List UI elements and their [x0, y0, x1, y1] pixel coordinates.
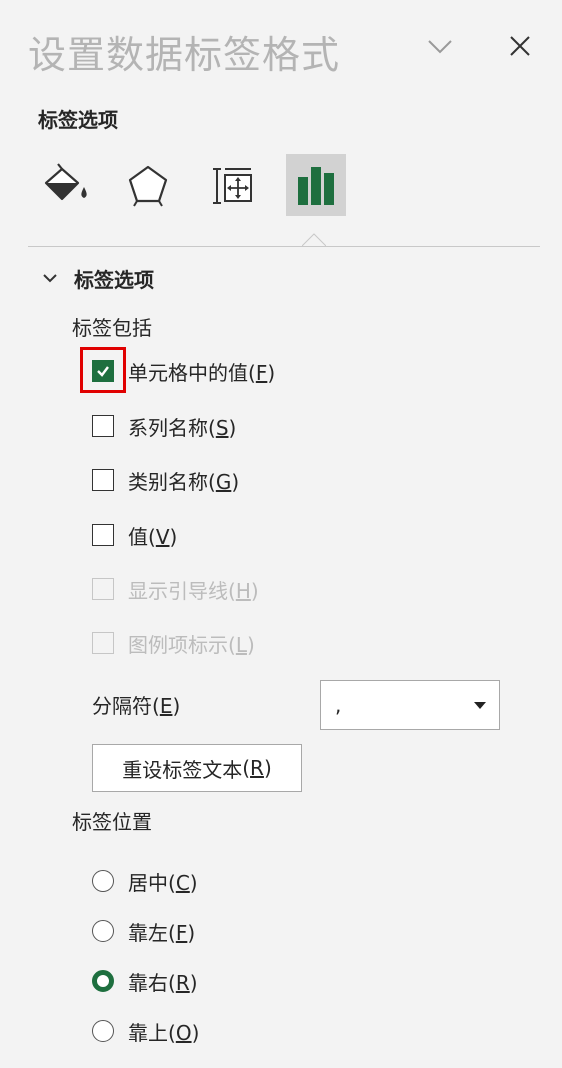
chevron-down-icon: [428, 40, 452, 54]
checkbox-value[interactable]: 值(V): [92, 520, 177, 550]
tab-fill-line[interactable]: [36, 154, 96, 216]
checkbox-box[interactable]: [92, 360, 114, 382]
separator-label: 分隔符(E): [92, 694, 181, 718]
checkbox-series-name[interactable]: 系列名称(S): [92, 411, 236, 441]
checkbox-label: 图例项标示(L): [128, 632, 255, 657]
radio-left[interactable]: 靠左(F): [92, 916, 195, 946]
tab-size-properties[interactable]: [202, 154, 262, 216]
checkbox-legend-key: 图例项标示(L): [92, 628, 255, 658]
label-position-heading: 标签位置: [72, 810, 152, 834]
checkmark-icon: [97, 366, 109, 377]
dropdown-arrow-icon: [474, 702, 486, 709]
pane-options-button[interactable]: [420, 26, 460, 66]
pane-title: 设置数据标签格式: [28, 33, 341, 77]
checkbox-label: 系列名称(S): [128, 415, 237, 440]
checkbox-label: 值(V): [128, 524, 178, 549]
radio-center[interactable]: 居中(C): [92, 866, 198, 896]
checkbox-label: 类别名称(G): [128, 469, 240, 494]
pentagon-effects-icon: [128, 165, 168, 207]
separator-dropdown[interactable]: ,: [320, 680, 500, 730]
checkbox-box: [92, 578, 114, 600]
close-button[interactable]: [500, 26, 540, 66]
fill-bucket-icon: [44, 163, 87, 201]
tab-divider: [28, 246, 540, 247]
radio-label: 居中(C): [128, 870, 198, 895]
radio-circle[interactable]: [92, 870, 114, 892]
checkbox-show-leader-lines: 显示引导线(H): [92, 574, 259, 604]
radio-circle[interactable]: [92, 920, 114, 942]
checkbox-value-from-cells[interactable]: 单元格中的值(F): [92, 356, 275, 386]
checkbox-box: [92, 632, 114, 654]
size-properties-icon: [213, 168, 252, 204]
reset-label-text-button[interactable]: 重设标签文本(R): [92, 744, 302, 792]
tab-label-options[interactable]: [286, 154, 346, 216]
radio-right[interactable]: 靠右(R): [92, 966, 198, 996]
checkbox-box[interactable]: [92, 524, 114, 546]
section-heading: 标签选项: [38, 108, 118, 132]
checkbox-label: 显示引导线(H): [128, 578, 259, 603]
group-title: 标签选项: [74, 267, 154, 292]
radio-label: 靠右(R): [128, 970, 198, 995]
label-options-group-toggle[interactable]: 标签选项: [40, 262, 154, 294]
checkbox-category-name[interactable]: 类别名称(G): [92, 465, 239, 495]
tab-effects[interactable]: [118, 154, 178, 216]
radio-above[interactable]: 靠上(O): [92, 1016, 199, 1046]
separator-value: ,: [335, 693, 342, 717]
checkbox-box[interactable]: [92, 469, 114, 491]
close-icon: [510, 36, 530, 56]
checkbox-box[interactable]: [92, 415, 114, 437]
tab-pointer: [302, 233, 326, 247]
radio-circle[interactable]: [92, 970, 114, 992]
radio-circle[interactable]: [92, 1020, 114, 1042]
bar-chart-icon: [298, 167, 334, 205]
checkbox-label: 单元格中的值(F): [128, 360, 276, 385]
radio-label: 靠上(O): [128, 1020, 200, 1045]
chevron-down-icon: [43, 274, 57, 283]
radio-label: 靠左(F): [128, 920, 196, 945]
label-contains-heading: 标签包括: [72, 316, 152, 340]
